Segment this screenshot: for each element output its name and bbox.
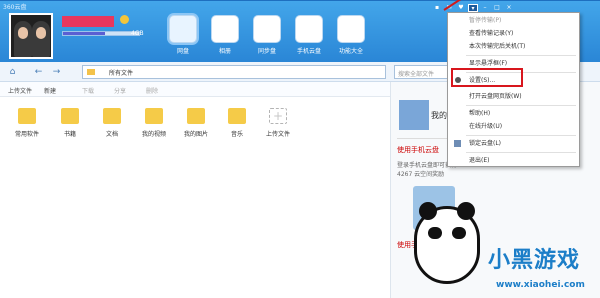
upload-button[interactable]: 上传文件 bbox=[8, 86, 32, 95]
menu-label: 显示悬浮框(F) bbox=[469, 60, 508, 67]
panda-mascot-icon bbox=[414, 202, 480, 284]
menu-label: 退出(E) bbox=[469, 157, 490, 164]
menu-item-web[interactable]: 打开云盘网页版(W) bbox=[448, 91, 581, 102]
file-item[interactable]: 书籍 bbox=[50, 108, 90, 138]
skin-icon[interactable]: ▪ bbox=[432, 4, 442, 12]
tab-label: 功能大全 bbox=[338, 48, 363, 55]
menu-item-help[interactable]: 帮助(H) bbox=[448, 108, 581, 119]
tab-label: 手机云盘 bbox=[296, 48, 321, 55]
minimize-button[interactable]: – bbox=[480, 4, 490, 12]
mobile-cloud-icon bbox=[295, 15, 323, 43]
file-name: 我的图片 bbox=[183, 131, 208, 138]
search-input[interactable]: 搜索全部文件 bbox=[394, 65, 448, 79]
file-grid: 常用软件 书籍 文档 我的视频 我的图片 音乐 + 上传文件 bbox=[0, 97, 390, 298]
file-item[interactable]: 文档 bbox=[92, 108, 132, 138]
plus-icon: + bbox=[269, 108, 287, 124]
context-menu: 暂停传输(P) 查看传输记录(Y) 本次传输完后关机(T) 显示悬浮框(F) 设… bbox=[447, 12, 580, 167]
menu-item-lock[interactable]: 锁定云盘(L) bbox=[448, 138, 581, 149]
home-icon[interactable]: ⌂ bbox=[6, 66, 19, 78]
gift-icon bbox=[399, 100, 429, 130]
folder-icon bbox=[103, 108, 121, 124]
file-name: 常用软件 bbox=[14, 131, 39, 138]
avatar[interactable] bbox=[9, 13, 53, 59]
tab-label: 网盘 bbox=[176, 48, 189, 55]
apps-icon bbox=[337, 15, 365, 43]
tab-label: 相册 bbox=[218, 48, 231, 55]
tab-apps[interactable]: 功能大全 bbox=[330, 15, 372, 61]
file-item[interactable]: 常用软件 bbox=[7, 108, 47, 138]
menu-item-transfer-log[interactable]: 查看传输记录(Y) bbox=[448, 28, 581, 39]
folder-icon bbox=[18, 108, 36, 124]
menu-label: 在线升级(U) bbox=[469, 123, 503, 130]
highlight-box bbox=[451, 68, 523, 87]
menu-separator bbox=[466, 135, 576, 136]
back-icon[interactable]: ← bbox=[32, 66, 45, 78]
close-button[interactable]: × bbox=[504, 4, 514, 12]
folder-icon bbox=[61, 108, 79, 124]
app-title: 360云盘 bbox=[3, 4, 27, 11]
watermark-url: www.xiaohei.com bbox=[496, 280, 585, 290]
menu-separator bbox=[466, 55, 576, 56]
maximize-button[interactable]: □ bbox=[492, 4, 502, 12]
photo-icon bbox=[211, 15, 239, 43]
new-button[interactable]: 新建 bbox=[44, 86, 56, 95]
file-item[interactable]: 音乐 bbox=[217, 108, 257, 138]
menu-label: 锁定云盘(L) bbox=[469, 140, 502, 147]
quota-bar bbox=[62, 31, 140, 36]
menu-separator bbox=[466, 105, 576, 106]
promo-title[interactable]: 使用手机云盘 bbox=[397, 145, 439, 155]
main-menu-button[interactable]: ▾ bbox=[468, 4, 478, 12]
download-button[interactable]: 下载 bbox=[82, 86, 94, 95]
menu-item-upgrade[interactable]: 在线升级(U) bbox=[448, 121, 581, 132]
main-tabs: 网盘 相册 同步盘 手机云盘 功能大全 bbox=[162, 15, 372, 61]
tab-mobile-cloud[interactable]: 手机云盘 bbox=[288, 15, 330, 61]
menu-label: 查看传输记录(Y) bbox=[469, 30, 514, 37]
file-name: 上传文件 bbox=[265, 131, 290, 138]
file-name: 文档 bbox=[105, 131, 118, 138]
action-toolbar: 上传文件 新建 下载 分享 删除 bbox=[0, 82, 390, 97]
cloud-icon bbox=[169, 15, 197, 43]
menu-item-pause[interactable]: 暂停传输(P) bbox=[448, 15, 581, 26]
folder-icon bbox=[228, 108, 246, 124]
forward-icon[interactable]: → bbox=[50, 66, 63, 78]
address-bar[interactable]: 所有文件 bbox=[82, 65, 386, 79]
favorite-icon[interactable]: ♥ bbox=[456, 4, 466, 12]
username-redacted bbox=[62, 16, 114, 27]
delete-button[interactable]: 删除 bbox=[146, 86, 158, 95]
menu-item-exit[interactable]: 退出(E) bbox=[448, 155, 581, 166]
watermark-text: 小黑游戏 bbox=[488, 248, 581, 273]
quota-bar-fill bbox=[63, 32, 105, 35]
menu-label: 本次传输完后关机(T) bbox=[469, 43, 526, 50]
file-item[interactable]: 我的图片 bbox=[176, 108, 216, 138]
menu-label: 暂停传输(P) bbox=[469, 17, 502, 24]
vip-badge-icon bbox=[120, 15, 129, 24]
menu-item-shutdown[interactable]: 本次传输完后关机(T) bbox=[448, 41, 581, 52]
menu-label: 打开云盘网页版(W) bbox=[469, 93, 522, 100]
folder-icon bbox=[187, 108, 205, 124]
lock-icon bbox=[454, 140, 461, 147]
file-name: 书籍 bbox=[63, 131, 76, 138]
breadcrumb: 所有文件 bbox=[109, 70, 134, 77]
file-name: 音乐 bbox=[230, 131, 243, 138]
watermark: 小黑游戏 www.xiaohei.com bbox=[410, 200, 600, 298]
file-name: 我的视频 bbox=[141, 131, 166, 138]
share-button[interactable]: 分享 bbox=[114, 86, 126, 95]
quota-text: 4GB bbox=[131, 30, 144, 37]
file-item[interactable]: 我的视频 bbox=[134, 108, 174, 138]
side-heading: 我的 bbox=[431, 111, 447, 120]
tab-label: 同步盘 bbox=[257, 48, 276, 55]
upload-file-tile[interactable]: + 上传文件 bbox=[258, 108, 298, 138]
tab-album[interactable]: 相册 bbox=[204, 15, 246, 61]
promo-line: 4267 云空间奖励 bbox=[397, 171, 445, 178]
tab-netdisk[interactable]: 网盘 bbox=[162, 15, 204, 61]
sync-icon bbox=[253, 15, 281, 43]
folder-icon bbox=[87, 69, 95, 75]
menu-label: 帮助(H) bbox=[469, 110, 491, 117]
folder-icon bbox=[145, 108, 163, 124]
menu-separator bbox=[466, 152, 576, 153]
tab-sync[interactable]: 同步盘 bbox=[246, 15, 288, 61]
app-window: 360云盘 4GB 网盘 相册 同步盘 手机云盘 功能大全 ▪ ✉ ♥ ▾ – … bbox=[0, 0, 600, 298]
